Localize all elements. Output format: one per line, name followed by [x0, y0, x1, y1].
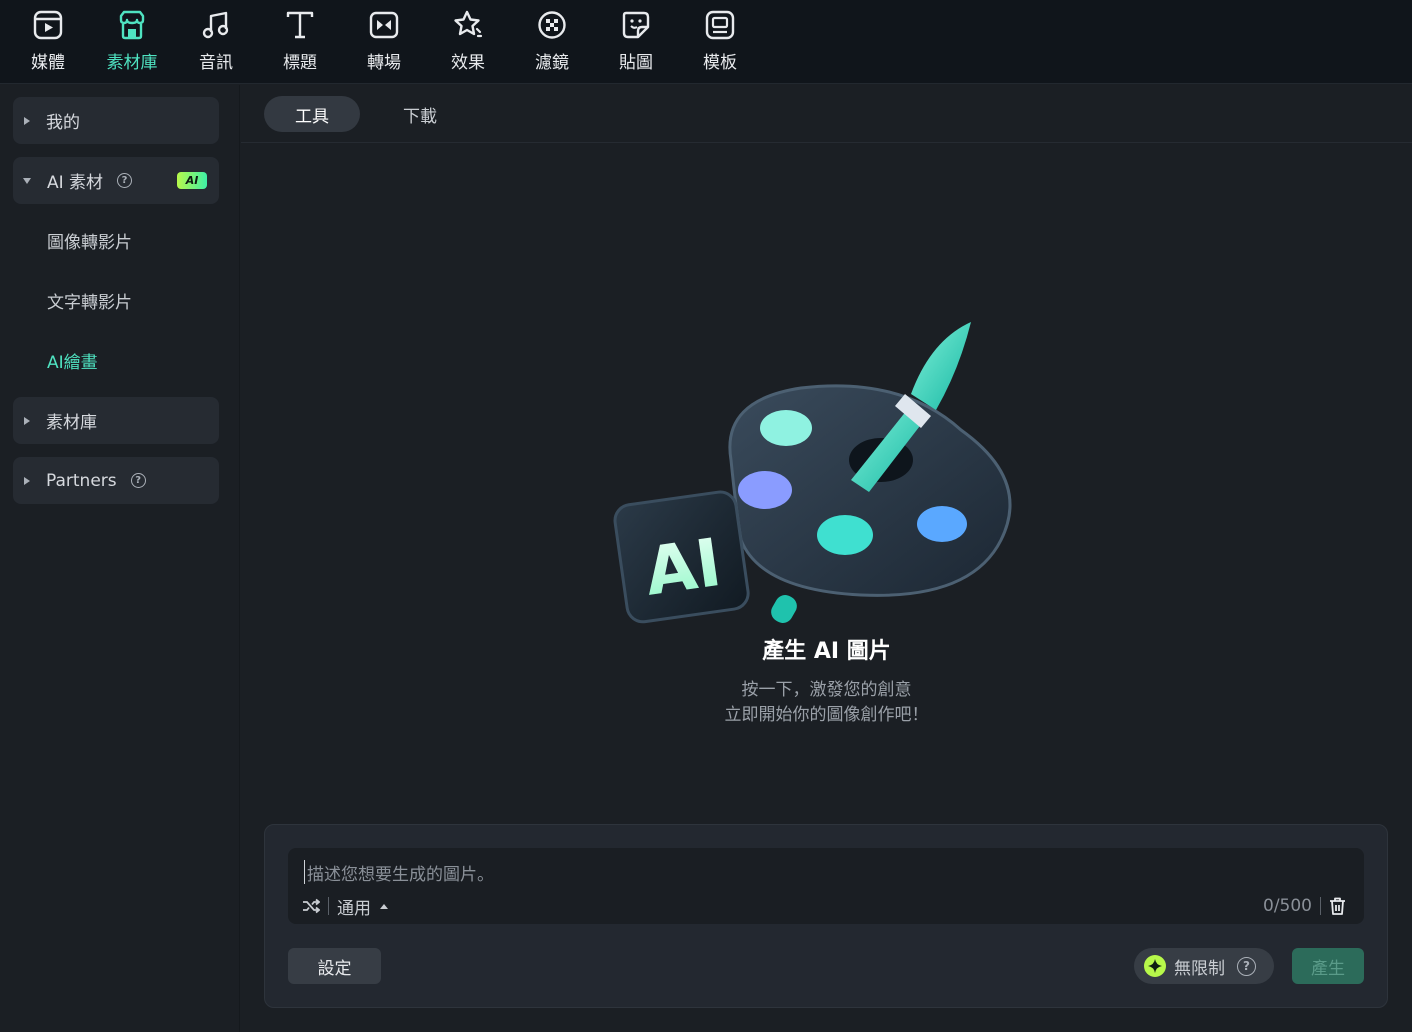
- sidebar-item-image-to-video[interactable]: 圖像轉影片: [47, 228, 132, 253]
- toolbar-transitions[interactable]: 轉場: [349, 8, 419, 78]
- prompt-box: 通用 0/500: [288, 848, 1364, 924]
- style-selector[interactable]: 通用: [302, 894, 388, 919]
- ai-logo-text: AI: [640, 524, 726, 611]
- toolbar-filters-label: 濾鏡: [535, 53, 569, 73]
- divider: [1320, 897, 1321, 915]
- stock-library-icon: [115, 8, 149, 42]
- style-label: 通用: [337, 898, 371, 919]
- toolbar-stickers[interactable]: 貼圖: [601, 8, 671, 78]
- help-icon[interactable]: ?: [117, 173, 133, 188]
- media-icon: [31, 8, 65, 42]
- toolbar-audio-label: 音訊: [199, 53, 233, 73]
- toolbar-titles-label: 標題: [283, 53, 317, 73]
- top-toolbar: 媒體 素材庫 音訊 標題 轉場 效果 濾鏡 貼圖 模板: [0, 0, 1412, 84]
- sidebar-item-mine-label: 我的: [46, 113, 80, 133]
- sidebar-item-mine[interactable]: 我的: [13, 97, 219, 144]
- caret-up-icon: [380, 903, 388, 909]
- title-t-icon: [283, 8, 317, 42]
- music-note-icon: [199, 8, 233, 42]
- prompt-input[interactable]: [304, 860, 1204, 884]
- unlimited-credits-button[interactable]: 無限制 ?: [1134, 948, 1274, 984]
- transition-icon: [367, 8, 401, 42]
- sidebar-item-partners[interactable]: Partners ?: [13, 457, 219, 504]
- trash-icon[interactable]: [1329, 897, 1346, 915]
- toolbar-effects[interactable]: 效果: [433, 8, 503, 78]
- collapse-arrow-icon: [23, 177, 31, 184]
- filter-icon: [535, 8, 569, 42]
- expand-arrow-icon: [24, 416, 30, 425]
- sidebar-item-ai-assets[interactable]: AI 素材 ? AI: [13, 157, 219, 204]
- sidebar: 我的 AI 素材 ? AI 圖像轉影片 文字轉影片 AI繪畫 素材庫 Partn…: [0, 85, 240, 1032]
- effects-star-icon: [451, 8, 485, 42]
- sparkle-icon: [1144, 955, 1166, 977]
- expand-arrow-icon: [24, 116, 30, 125]
- toolbar-templates[interactable]: 模板: [685, 8, 755, 78]
- sidebar-item-ai-assets-label: AI 素材: [47, 173, 104, 193]
- character-counter: 0/500: [1263, 896, 1312, 916]
- generate-button[interactable]: 產生: [1292, 948, 1364, 984]
- tab-bar: 工具 下載: [241, 85, 1412, 143]
- hero-title: 產生 AI 圖片: [762, 639, 891, 664]
- prompt-panel: 通用 0/500 設定 無限制 ? 產生: [264, 824, 1388, 1008]
- ai-palette-illustration: AI: [613, 322, 1012, 624]
- toolbar-templates-label: 模板: [703, 53, 737, 73]
- toolbar-stickers-label: 貼圖: [619, 53, 653, 73]
- toolbar-media-label: 媒體: [31, 53, 65, 73]
- sidebar-item-stock-label: 素材庫: [46, 413, 97, 433]
- unlimited-label: 無限制: [1174, 958, 1225, 979]
- hero-description-line-2: 立即開始你的圖像創作吧！: [724, 705, 929, 725]
- shuffle-icon[interactable]: [302, 898, 320, 914]
- help-icon[interactable]: ?: [130, 473, 146, 488]
- character-counter-area: 0/500: [1263, 894, 1346, 918]
- toolbar-transitions-label: 轉場: [367, 53, 401, 73]
- toolbar-titles[interactable]: 標題: [265, 8, 335, 78]
- sidebar-item-partners-label: Partners: [46, 470, 117, 491]
- tab-download[interactable]: 下載: [391, 96, 449, 132]
- settings-button[interactable]: 設定: [288, 948, 381, 984]
- toolbar-stock-label: 素材庫: [106, 53, 158, 73]
- sticker-icon: [619, 8, 653, 42]
- sidebar-item-stock[interactable]: 素材庫: [13, 397, 219, 444]
- template-icon: [703, 8, 737, 42]
- toolbar-audio[interactable]: 音訊: [181, 8, 251, 78]
- sidebar-item-ai-painting[interactable]: AI繪畫: [47, 348, 98, 373]
- toolbar-effects-label: 效果: [451, 53, 485, 73]
- toolbar-media[interactable]: 媒體: [13, 8, 83, 78]
- divider: [328, 897, 329, 915]
- toolbar-stock[interactable]: 素材庫: [97, 8, 167, 78]
- hero-description-line-1: 按一下，激發您的創意: [741, 680, 912, 700]
- sidebar-item-text-to-video[interactable]: 文字轉影片: [47, 288, 132, 313]
- ai-badge: AI: [177, 172, 207, 189]
- expand-arrow-icon: [24, 476, 30, 485]
- tab-tools[interactable]: 工具: [264, 96, 360, 132]
- help-icon[interactable]: ?: [1237, 956, 1256, 976]
- toolbar-filters[interactable]: 濾鏡: [517, 8, 587, 78]
- main-panel: 工具 下載 AI 產生 AI 圖片 按一下，激發您的創意 立即開始你的圖像創作吧…: [241, 85, 1412, 1032]
